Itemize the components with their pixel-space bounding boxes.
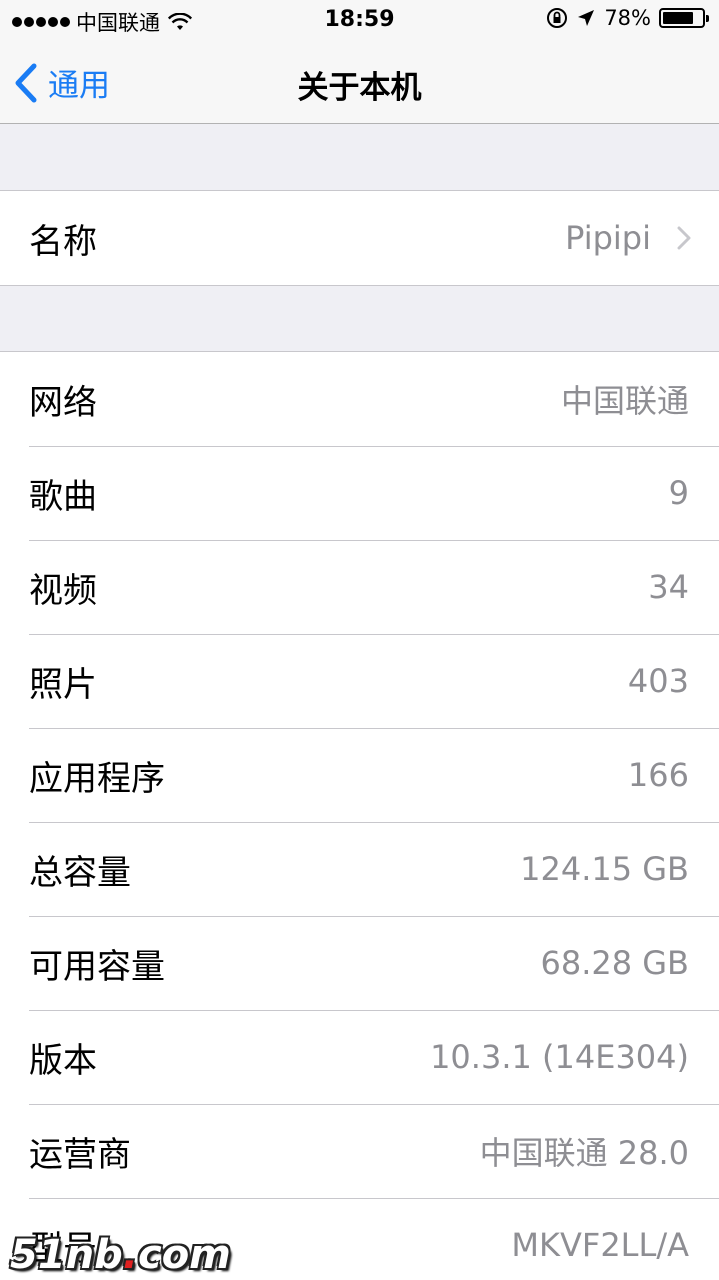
info-group: 网络 中国联通 歌曲 9 视频 34 照片 403 应用程序 166 总容量 1…: [0, 351, 719, 1280]
battery-percentage: 78%: [604, 6, 651, 30]
row-label: 歌曲: [29, 476, 97, 517]
row-value: 9: [668, 474, 689, 512]
row-value: 124.15 GB: [520, 850, 689, 888]
list-item-photos[interactable]: 照片 403: [0, 634, 719, 728]
row-label: 运营商: [29, 1134, 131, 1175]
screen: 中国联通 18:59 78% 通用 关于本机 名称 Pipipi 网络 中国联通…: [0, 0, 719, 1280]
page-title: 关于本机: [297, 70, 422, 106]
row-label: 可用容量: [29, 946, 165, 987]
battery-icon: [659, 8, 709, 28]
row-value: 中国联通 28.0: [479, 1134, 689, 1172]
name-value: Pipipi: [565, 219, 651, 257]
row-value: MKVF2LL/A: [511, 1226, 689, 1264]
row-label: 应用程序: [29, 758, 165, 799]
list-item-network[interactable]: 网络 中国联通: [0, 352, 719, 446]
row-value: 166: [627, 756, 689, 794]
row-value: 34: [648, 568, 689, 606]
row-label: 照片: [29, 664, 97, 705]
row-value: 68.28 GB: [540, 944, 689, 982]
row-label: 版本: [29, 1040, 97, 1081]
watermark-logo: 51nb.com: [10, 1232, 231, 1278]
list-item-videos[interactable]: 视频 34: [0, 540, 719, 634]
name-group: 名称 Pipipi: [0, 190, 719, 286]
list-item-carrier[interactable]: 运营商 中国联通 28.0: [0, 1104, 719, 1198]
row-label: 总容量: [29, 852, 131, 893]
battery-level-fill: [663, 12, 693, 24]
row-value: 10.3.1 (14E304): [430, 1038, 689, 1076]
row-value: 403: [627, 662, 689, 700]
row-label: 视频: [29, 570, 97, 611]
list-item-version[interactable]: 版本 10.3.1 (14E304): [0, 1010, 719, 1104]
row-label: 网络: [29, 382, 97, 423]
navigation-bar: 通用 关于本机: [0, 40, 719, 124]
name-row[interactable]: 名称 Pipipi: [0, 191, 719, 285]
list-item-applications[interactable]: 应用程序 166: [0, 728, 719, 822]
location-arrow-icon: [578, 10, 595, 26]
list-item-capacity[interactable]: 总容量 124.15 GB: [0, 822, 719, 916]
orientation-lock-icon: [547, 8, 568, 28]
list-item-songs[interactable]: 歌曲 9: [0, 446, 719, 540]
list-item-available[interactable]: 可用容量 68.28 GB: [0, 916, 719, 1010]
chevron-right-icon: [677, 226, 691, 250]
status-bar: 中国联通 18:59 78%: [0, 0, 719, 40]
name-label: 名称: [29, 221, 97, 262]
row-value: 中国联通: [560, 382, 689, 420]
